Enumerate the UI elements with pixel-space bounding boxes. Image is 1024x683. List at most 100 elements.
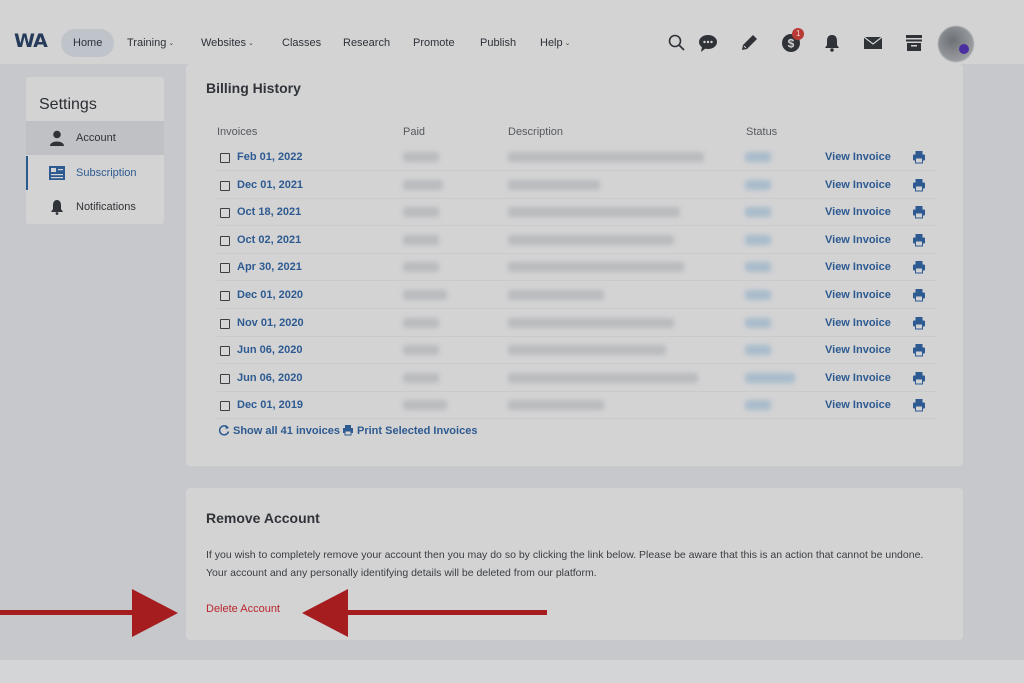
- row-checkbox[interactable]: [220, 318, 230, 329]
- view-invoice-link[interactable]: View Invoice: [825, 399, 891, 411]
- status-redacted: [745, 317, 771, 328]
- print-icon[interactable]: [912, 150, 926, 164]
- table-row: Nov 01, 2020 View Invoice: [217, 310, 937, 337]
- status-redacted: [745, 345, 771, 356]
- sidebar-item-notifications[interactable]: Notifications: [26, 190, 164, 224]
- invoice-date-link[interactable]: Feb 01, 2022: [237, 151, 302, 163]
- invoice-date-link[interactable]: Oct 18, 2021: [237, 206, 301, 218]
- status-redacted: [745, 179, 771, 190]
- nav-promote[interactable]: Promote: [413, 29, 455, 57]
- paid-amount-redacted: [403, 179, 443, 190]
- description-redacted: [508, 152, 704, 162]
- row-checkbox[interactable]: [220, 235, 230, 246]
- status-redacted: [745, 152, 771, 162]
- row-checkbox[interactable]: [220, 291, 230, 301]
- view-invoice-link[interactable]: View Invoice: [825, 234, 891, 246]
- row-checkbox[interactable]: [220, 401, 230, 412]
- invoice-date-link[interactable]: Dec 01, 2020: [237, 289, 303, 301]
- brand-logo[interactable]: WA: [14, 30, 48, 52]
- column-header-invoices: Invoices: [217, 126, 258, 138]
- bell-icon[interactable]: [821, 32, 843, 54]
- nav-training[interactable]: Training ⌄: [127, 29, 174, 57]
- table-row: Jun 06, 2020 View Invoice: [217, 337, 937, 365]
- remove-account-title: Remove Account: [206, 510, 320, 526]
- nav-home[interactable]: Home: [61, 29, 115, 57]
- description-redacted: [508, 345, 666, 356]
- print-icon[interactable]: [912, 260, 926, 274]
- chevron-down-icon: ⌄: [168, 40, 175, 47]
- row-checkbox[interactable]: [220, 153, 230, 163]
- refresh-icon: [218, 425, 230, 436]
- print-icon[interactable]: [912, 178, 926, 192]
- notification-badge: 1: [792, 28, 805, 40]
- nav-research[interactable]: Research: [343, 29, 390, 57]
- table-row: Dec 01, 2019 View Invoice: [217, 392, 937, 420]
- row-checkbox[interactable]: [220, 180, 230, 191]
- invoice-date-link[interactable]: Apr 30, 2021: [237, 261, 302, 273]
- nav-help[interactable]: Help ⌄: [540, 29, 571, 57]
- print-icon[interactable]: [912, 288, 926, 302]
- print-icon[interactable]: [912, 205, 926, 219]
- mail-icon[interactable]: [862, 32, 884, 54]
- archive-icon[interactable]: [903, 32, 925, 54]
- print-icon[interactable]: [912, 371, 926, 385]
- print-icon[interactable]: [912, 398, 926, 412]
- view-invoice-link[interactable]: View Invoice: [825, 372, 891, 384]
- nav-websites[interactable]: Websites ⌄: [201, 29, 254, 57]
- invoice-date-link[interactable]: Nov 01, 2020: [237, 317, 304, 329]
- invoice-date-link[interactable]: Jun 06, 2020: [237, 372, 302, 384]
- pencil-icon[interactable]: [738, 32, 760, 54]
- show-all-invoices-link[interactable]: Show all 41 invoices: [218, 424, 340, 437]
- billing-history-panel: Billing History Invoices Paid Descriptio…: [186, 64, 963, 466]
- print-icon[interactable]: [912, 316, 926, 330]
- view-invoice-link[interactable]: View Invoice: [825, 289, 891, 301]
- bell-icon: [48, 198, 66, 216]
- column-header-paid: Paid: [403, 126, 426, 138]
- sidebar-item-subscription[interactable]: Subscription: [26, 156, 164, 190]
- table-row: Dec 01, 2021 View Invoice: [217, 172, 937, 199]
- description-redacted: [508, 290, 604, 300]
- print-icon[interactable]: [912, 343, 926, 357]
- nav-publish[interactable]: Publish: [480, 29, 516, 57]
- view-invoice-link[interactable]: View Invoice: [825, 179, 891, 191]
- chat-icon[interactable]: [697, 32, 719, 54]
- row-checkbox[interactable]: [220, 346, 230, 357]
- nav-classes[interactable]: Classes: [282, 29, 321, 57]
- status-redacted: [745, 207, 771, 218]
- view-invoice-link[interactable]: View Invoice: [825, 317, 891, 329]
- sidebar-item-label: Account: [76, 132, 116, 144]
- search-icon[interactable]: [666, 32, 688, 54]
- view-invoice-link[interactable]: View Invoice: [825, 344, 891, 356]
- table-row: Oct 18, 2021 View Invoice: [217, 199, 937, 227]
- invoice-date-link[interactable]: Dec 01, 2021: [237, 179, 303, 191]
- annotation-arrow-right-icon: [0, 589, 178, 637]
- delete-account-link[interactable]: Delete Account: [206, 603, 280, 615]
- chevron-down-icon: ⌄: [248, 40, 254, 47]
- paid-amount-redacted: [403, 400, 447, 411]
- view-invoice-link[interactable]: View Invoice: [825, 151, 891, 163]
- description-redacted: [508, 179, 600, 190]
- paid-amount-redacted: [403, 372, 439, 383]
- top-navbar: WA Home Training ⌄ Websites ⌄ Classes Rese…: [0, 0, 1024, 64]
- user-icon: [48, 129, 66, 147]
- view-invoice-link[interactable]: View Invoice: [825, 261, 891, 273]
- invoice-date-link[interactable]: Dec 01, 2019: [237, 399, 303, 411]
- table-row: Dec 01, 2020 View Invoice: [217, 282, 937, 309]
- status-redacted: [745, 290, 771, 300]
- view-invoice-link[interactable]: View Invoice: [825, 206, 891, 218]
- sidebar-item-label: Subscription: [76, 167, 137, 179]
- print-icon[interactable]: [912, 233, 926, 247]
- page-footer-band: [0, 660, 1024, 683]
- row-checkbox[interactable]: [220, 373, 230, 384]
- print-selected-invoices-link[interactable]: Print Selected Invoices: [342, 424, 477, 437]
- table-row: Apr 30, 2021 View Invoice: [217, 254, 937, 282]
- row-checkbox[interactable]: [220, 263, 230, 274]
- sidebar-item-account[interactable]: Account: [26, 121, 164, 155]
- dollar-icon[interactable]: $ 1: [780, 28, 805, 54]
- invoice-date-link[interactable]: Oct 02, 2021: [237, 234, 301, 246]
- row-checkbox[interactable]: [220, 208, 230, 219]
- avatar[interactable]: [938, 26, 974, 62]
- table-row: Jun 06, 2020 View Invoice: [217, 365, 937, 392]
- invoice-date-link[interactable]: Jun 06, 2020: [237, 344, 302, 356]
- description-redacted: [508, 400, 604, 411]
